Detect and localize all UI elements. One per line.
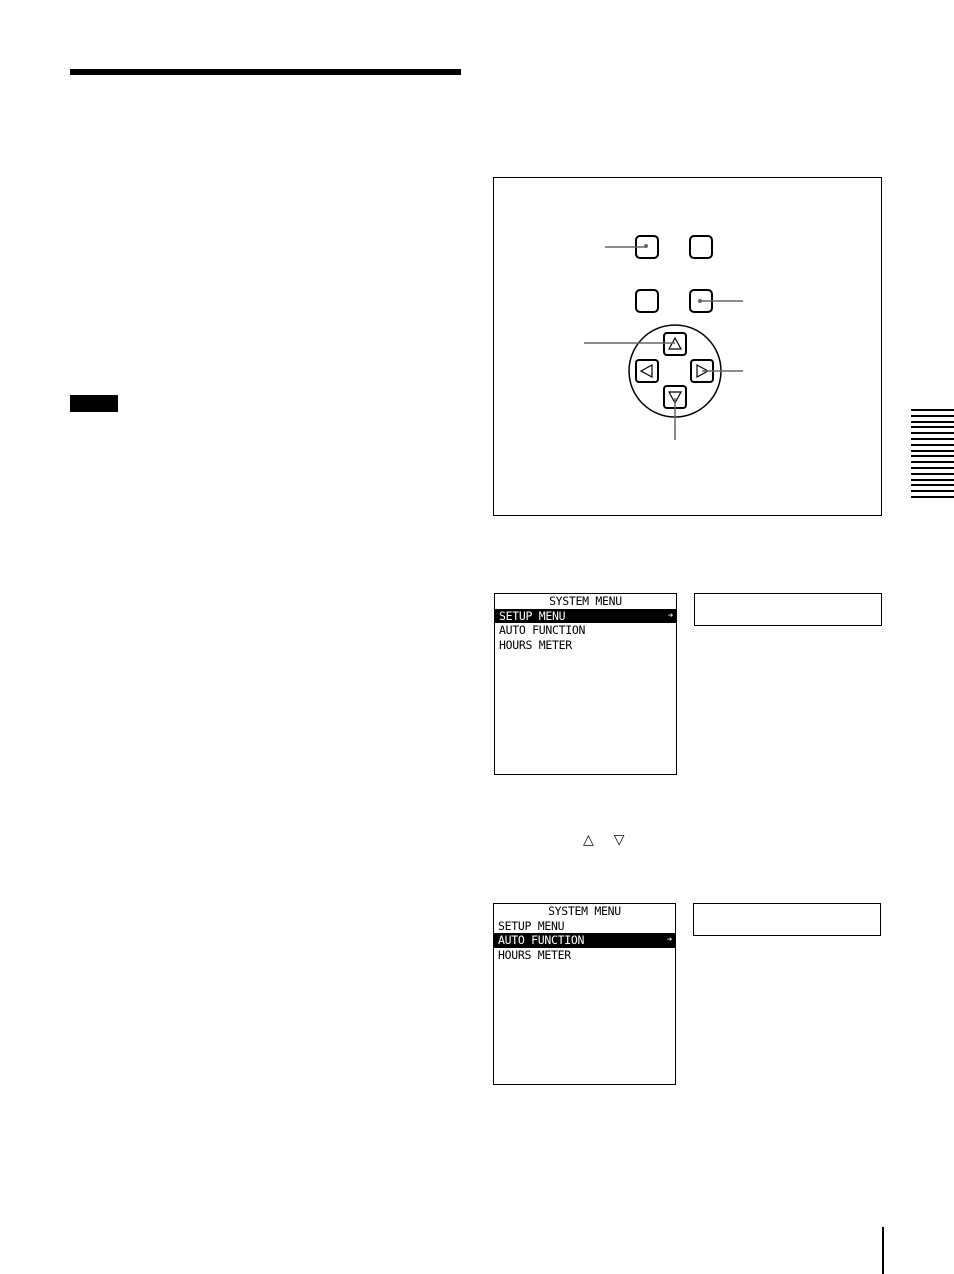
- menu-item-label: AUTO FUNCTION: [498, 933, 585, 947]
- system-menu-screen-2: SYSTEM MENU SETUP MENU AUTO FUNCTION ➔ HO…: [493, 903, 676, 1085]
- menu-title: SYSTEM MENU: [549, 594, 622, 608]
- menu-title: SYSTEM MENU: [548, 904, 621, 918]
- menu-button-bottom-left: [635, 289, 659, 313]
- menu-item-auto-function: AUTO FUNCTION ➔: [494, 933, 675, 948]
- selected-arrow-icon: ➔: [666, 935, 672, 945]
- tab-stripe: [911, 409, 954, 411]
- tab-stripe: [911, 472, 954, 475]
- menu-item-label: SETUP MENU: [499, 608, 566, 623]
- tab-stripe: [911, 484, 954, 487]
- control-panel-diagram: [493, 177, 882, 516]
- tab-stripe: [911, 461, 954, 464]
- menu-button-top-right: [689, 235, 713, 259]
- selected-arrow-icon: ➔: [667, 610, 673, 621]
- tab-stripe: [911, 449, 954, 452]
- menu-item-setup-menu: SETUP MENU ➔: [495, 608, 676, 623]
- inline-arrow-symbols: △ ▽: [583, 832, 645, 848]
- screen-caption-box-2: [693, 903, 881, 936]
- tab-stripe: [911, 426, 954, 429]
- tab-stripe: [911, 443, 954, 446]
- page-number-rule: [882, 1227, 884, 1274]
- section-index-tab: [911, 409, 954, 501]
- system-menu-screen-1: SYSTEM MENU SETUP MENU ➔ AUTO FUNCTION HO…: [494, 593, 677, 775]
- down-triangle-icon: ▽: [613, 832, 625, 848]
- up-arrow-button: [663, 332, 687, 356]
- tab-stripe: [911, 496, 954, 498]
- left-arrow-button: [635, 359, 659, 383]
- note-badge: [70, 395, 118, 412]
- control-panel-svg: [584, 235, 743, 440]
- tab-stripe: [911, 432, 954, 435]
- menu-item-setup-menu: SETUP MENU: [498, 918, 565, 933]
- tab-stripe: [911, 420, 954, 423]
- menu-item-auto-function: AUTO FUNCTION: [499, 623, 586, 637]
- tab-stripe: [911, 414, 954, 417]
- tab-stripe: [911, 438, 954, 440]
- up-triangle-icon: △: [583, 832, 594, 848]
- menu-item-hours-meter: HOURS METER: [499, 637, 572, 652]
- screen-caption-box-1: [694, 593, 882, 626]
- tab-stripe: [911, 478, 954, 481]
- tab-stripe: [911, 455, 954, 458]
- section-title-rule: [70, 69, 461, 75]
- tab-stripe: [911, 467, 954, 469]
- tab-stripe: [911, 490, 954, 493]
- menu-item-hours-meter: HOURS METER: [498, 947, 571, 962]
